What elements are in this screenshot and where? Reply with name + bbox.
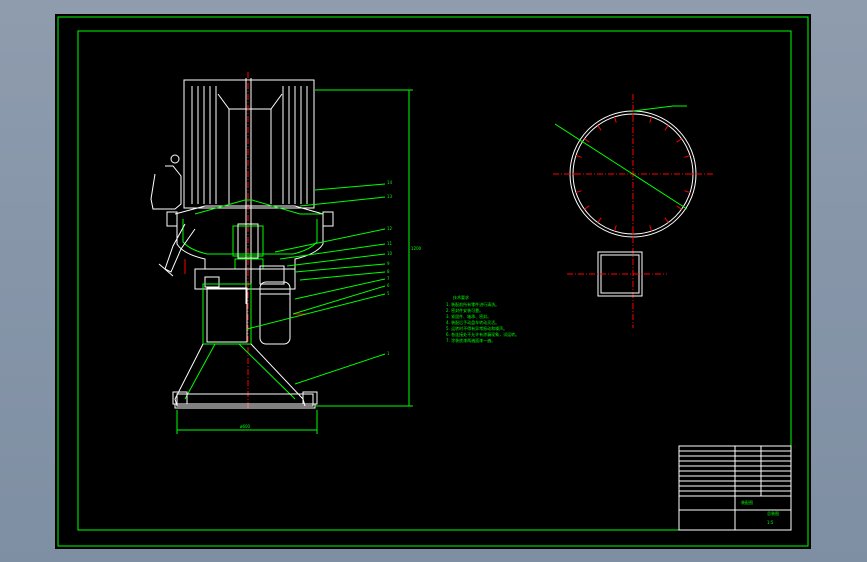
svg-text:10: 10 xyxy=(387,251,393,256)
bolt-tick xyxy=(664,125,669,131)
dimension-bottom: ø600 xyxy=(240,424,251,429)
title-block: 总装图 1:5 装配图 xyxy=(678,445,792,531)
bolt-tick xyxy=(684,154,691,158)
title-block-drawing-name: 总装图 xyxy=(767,510,779,516)
cad-drawing-svg: 14 13 12 11 10 9 8 7 6 5 1 ø600 1200 技术要… xyxy=(57,16,809,547)
svg-text:13: 13 xyxy=(387,194,393,199)
svg-text:3. 紧固件、轴承、密封。: 3. 紧固件、轴承、密封。 xyxy=(446,313,491,319)
svg-text:7. 涂装底漆两遍面漆一遍。: 7. 涂装底漆两遍面漆一遍。 xyxy=(446,337,495,343)
svg-text:1: 1 xyxy=(387,351,390,356)
bolt-tick xyxy=(575,154,582,158)
bolt-tick xyxy=(649,225,653,232)
svg-text:12: 12 xyxy=(387,226,393,231)
svg-text:2. 密封件安装可靠。: 2. 密封件安装可靠。 xyxy=(446,307,483,313)
bolt-tick xyxy=(597,217,602,223)
bolt-tick xyxy=(575,190,582,194)
bolt-tick xyxy=(684,190,691,194)
title-block-school: 装配图 xyxy=(741,499,753,505)
tech-requirements: 技术要求 1. 装配前所有零件进行清洗。 2. 密封件安装可靠。 3. 紧固件、… xyxy=(446,294,519,343)
svg-text:8: 8 xyxy=(387,269,390,274)
svg-text:5: 5 xyxy=(387,291,390,296)
bolt-tick xyxy=(649,116,653,123)
bolt-tick xyxy=(676,138,682,143)
outer-frame xyxy=(57,16,809,547)
svg-text:6: 6 xyxy=(387,283,390,288)
cad-viewport[interactable]: 14 13 12 11 10 9 8 7 6 5 1 ø600 1200 技术要… xyxy=(0,0,867,562)
drawing-sheet: 14 13 12 11 10 9 8 7 6 5 1 ø600 1200 技术要… xyxy=(55,14,811,549)
bolt-tick xyxy=(597,125,602,131)
bolt-tick xyxy=(584,205,590,210)
leader-number-labels: 14 13 12 11 10 9 8 7 6 5 1 ø600 1200 xyxy=(240,180,422,429)
svg-text:6. 各连接处不允许有渗漏现象，试运转。: 6. 各连接处不允许有渗漏现象，试运转。 xyxy=(446,331,519,337)
bolt-tick xyxy=(664,217,669,223)
bolt-tick xyxy=(613,116,617,123)
title-block-scale: 1:5 xyxy=(767,520,774,525)
svg-text:14: 14 xyxy=(387,180,393,185)
svg-text:11: 11 xyxy=(387,241,393,246)
svg-text:9: 9 xyxy=(387,261,390,266)
svg-text:7: 7 xyxy=(387,276,390,281)
svg-text:5. 运转时不得有异常振动和噪声。: 5. 运转时不得有异常振动和噪声。 xyxy=(446,325,507,331)
section-view xyxy=(150,72,334,409)
bolt-tick xyxy=(676,205,682,210)
svg-text:1. 装配前所有零件进行清洗。: 1. 装配前所有零件进行清洗。 xyxy=(446,301,499,307)
bolt-tick xyxy=(613,225,617,232)
svg-text:4. 装配后手动盘车转动灵活。: 4. 装配后手动盘车转动灵活。 xyxy=(446,319,499,325)
bolt-tick xyxy=(584,138,590,143)
square-view xyxy=(567,251,667,297)
dimension-right: 1200 xyxy=(411,246,422,251)
svg-text:技术要求: 技术要求 xyxy=(453,294,469,300)
